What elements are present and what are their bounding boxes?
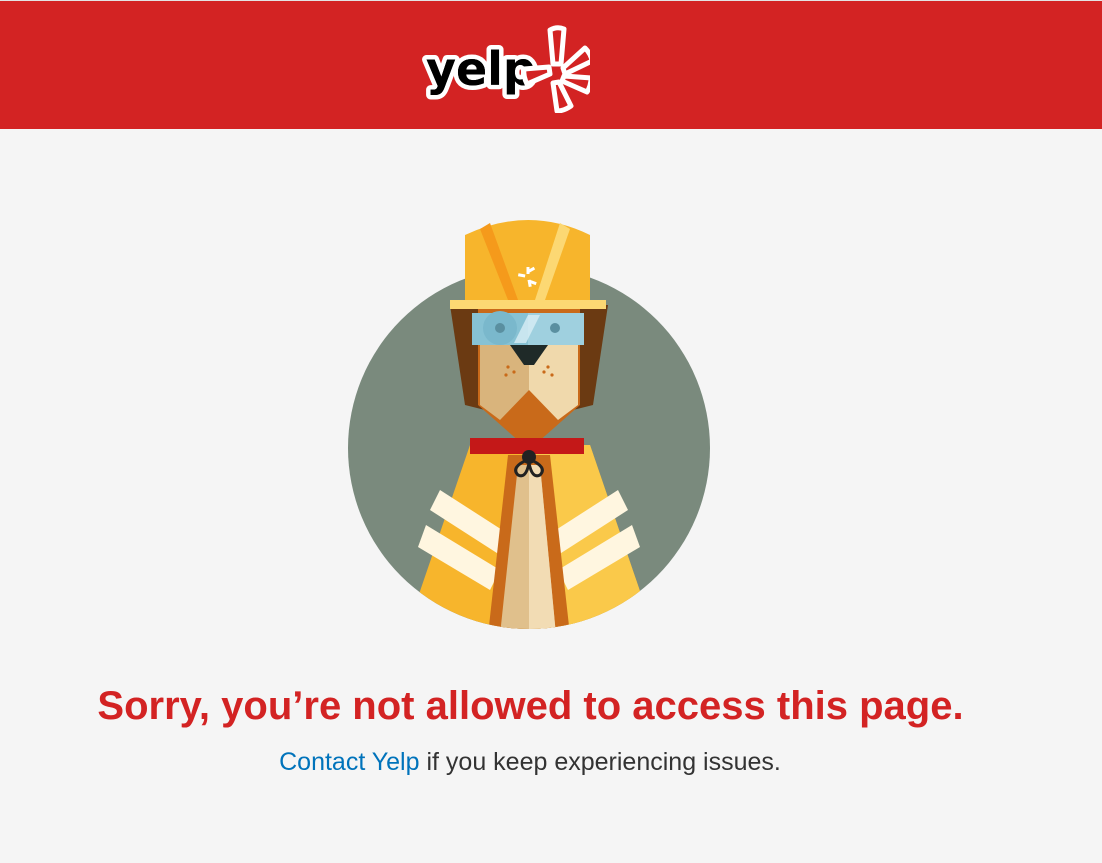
error-title: Sorry, you’re not allowed to access this… [97,684,964,728]
construction-dog-illustration [340,205,720,635]
error-message: Contact Yelp if you keep experiencing is… [0,746,1060,778]
error-message-suffix: if you keep experiencing issues. [419,748,781,776]
yelp-burst-icon [521,25,595,114]
contact-yelp-link[interactable]: Contact Yelp [279,748,419,776]
logo-wordmark: yelp [426,42,536,96]
yelp-logo[interactable]: yelp yelp [420,23,595,114]
site-header: yelp yelp [0,0,1102,129]
yelp-logo-graphic: yelp yelp [422,25,595,114]
